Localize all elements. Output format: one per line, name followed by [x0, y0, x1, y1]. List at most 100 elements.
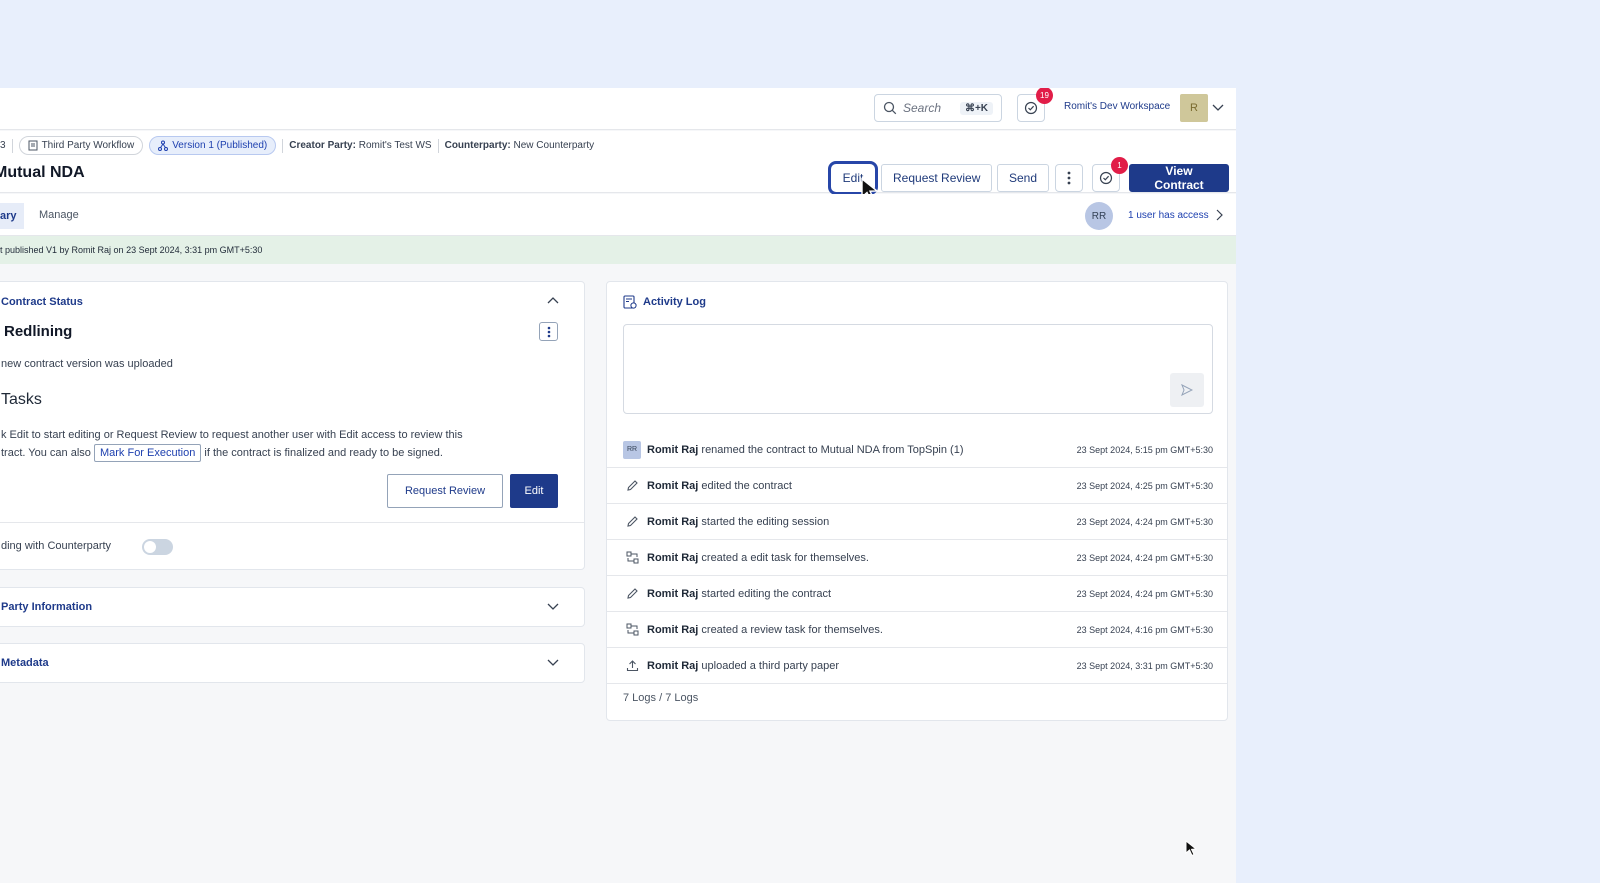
access-link[interactable]: 1 user has access	[1128, 209, 1223, 221]
log-row: RR Romit Raj renamed the contract to Mut…	[607, 432, 1227, 468]
workflow-label: Third Party Workflow	[41, 140, 135, 151]
divider	[0, 522, 584, 523]
send-comment-button[interactable]	[1170, 373, 1204, 407]
search-input[interactable]: Search ⌘+K	[874, 94, 1002, 122]
access-text: 1 user has access	[1128, 209, 1209, 221]
log-text: Romit Raj renamed the contract to Mutual…	[647, 443, 964, 456]
avatar[interactable]: R	[1180, 94, 1208, 122]
log-text: Romit Raj uploaded a third party paper	[647, 659, 840, 672]
status-value: Redlining	[4, 323, 73, 340]
log-count: 7 Logs / 7 Logs	[623, 692, 699, 704]
log-text: Romit Raj created a edit task for themse…	[647, 551, 869, 564]
chevron-down-icon[interactable]	[546, 601, 560, 613]
task-icon	[623, 549, 641, 567]
avatar: RR	[623, 440, 641, 459]
top-bar: Search ⌘+K 19 Romit's Dev Workspace R	[0, 88, 1236, 130]
log-row: Romit Raj created a review task for them…	[607, 612, 1227, 648]
more-options-button[interactable]	[1055, 164, 1083, 192]
send-button[interactable]: Send	[997, 164, 1050, 192]
divider	[11, 138, 13, 153]
contract-status-card: Contract Status Redlining new contract v…	[0, 281, 585, 570]
party-information-card[interactable]: Party Information	[0, 587, 585, 627]
search-shortcut: ⌘+K	[959, 101, 993, 115]
counterparty-toggle[interactable]	[142, 539, 173, 555]
tasks-description: k Edit to start editing or Request Revie…	[1, 426, 561, 462]
upload-icon	[623, 657, 641, 675]
search-icon	[883, 101, 897, 115]
log-row: Romit Raj started the editing session 23…	[607, 504, 1227, 540]
activity-log-header: Activity Log	[623, 295, 706, 309]
creator-label: Creator Party:	[289, 140, 356, 151]
tasks-text-line2a: tract. You can also	[1, 447, 91, 459]
log-time: 23 Sept 2024, 3:31 pm GMT+5:30	[1076, 660, 1213, 671]
chevron-down-icon[interactable]	[1211, 100, 1225, 114]
status-options-button[interactable]	[539, 322, 558, 341]
log-row: Romit Raj uploaded a third party paper 2…	[607, 648, 1227, 684]
app-window: Search ⌘+K 19 Romit's Dev Workspace R 3 …	[0, 88, 1236, 883]
document-icon	[28, 140, 38, 151]
contract-id: 3	[0, 140, 6, 151]
contract-tasks-button[interactable]: 1	[1092, 157, 1128, 192]
metadata-title: Metadata	[1, 657, 49, 669]
counterparty: Counterparty: New Counterparty	[445, 140, 595, 151]
send-icon	[1181, 384, 1193, 396]
version-label: Version 1 (Published)	[172, 140, 268, 151]
counterparty-toggle-label: ding with Counterparty	[1, 540, 112, 552]
status-banner: t published V1 by Romit Raj on 23 Sept 2…	[0, 236, 1236, 264]
version-chip[interactable]: Version 1 (Published)	[149, 136, 277, 155]
tab-manage[interactable]: Manage	[39, 209, 79, 221]
tasks-text-line1: k Edit to start editing or Request Revie…	[1, 429, 463, 441]
kebab-icon	[1067, 171, 1071, 185]
creator-party: Creator Party: Romit's Test WS	[289, 140, 431, 151]
counterparty-label: Counterparty:	[444, 140, 511, 151]
log-text: Romit Raj started the editing session	[647, 515, 830, 528]
creator-value: Romit's Test WS	[358, 140, 432, 151]
counterparty-value: New Counterparty	[513, 140, 595, 151]
tabs-bar: ary Manage RR 1 user has access	[0, 194, 1236, 236]
view-contract-button[interactable]: View Contract	[1129, 164, 1229, 192]
tasks-heading: Tasks	[1, 391, 42, 408]
edit-button[interactable]: Edit	[510, 474, 558, 508]
contract-meta: 3 Third Party Workflow Version 1 (Publis…	[0, 136, 594, 155]
activity-log-title: Activity Log	[643, 296, 706, 308]
log-time: 23 Sept 2024, 4:24 pm GMT+5:30	[1076, 516, 1213, 527]
contract-status-title: Contract Status	[1, 296, 83, 308]
log-time: 23 Sept 2024, 4:16 pm GMT+5:30	[1076, 624, 1213, 635]
request-review-button[interactable]: Request Review	[881, 164, 993, 192]
tasks-text-line2b: if the contract is finalized and ready t…	[204, 447, 443, 459]
pencil-icon	[623, 585, 641, 603]
task-icon	[623, 621, 641, 639]
pencil-icon	[623, 513, 641, 531]
workspace-name[interactable]: Romit's Dev Workspace	[1064, 101, 1170, 112]
search-placeholder: Search	[903, 101, 942, 115]
log-time: 23 Sept 2024, 4:25 pm GMT+5:30	[1076, 480, 1213, 491]
check-circle-icon	[1024, 101, 1038, 115]
metadata-card[interactable]: Metadata	[0, 643, 585, 683]
activity-log-card: Activity Log RR Romit Raj renamed the co…	[606, 281, 1228, 721]
status-description: new contract version was uploaded	[1, 358, 173, 370]
chevron-right-icon	[1216, 209, 1223, 221]
workflow-chip[interactable]: Third Party Workflow	[18, 136, 144, 155]
kebab-icon	[547, 326, 550, 337]
log-time: 23 Sept 2024, 4:24 pm GMT+5:30	[1076, 552, 1213, 563]
divider	[282, 138, 284, 153]
contract-header: 3 Third Party Workflow Version 1 (Publis…	[0, 131, 1236, 202]
notification-badge: 19	[1036, 88, 1053, 104]
notification-badge: 1	[1111, 157, 1128, 174]
page-title: Mutual NDA	[0, 164, 85, 181]
avatar: RR	[1085, 202, 1113, 230]
tab-summary[interactable]: ary	[0, 203, 24, 229]
request-review-button[interactable]: Request Review	[387, 474, 503, 508]
comment-input[interactable]	[623, 324, 1213, 414]
log-row: Romit Raj started editing the contract 2…	[607, 576, 1227, 612]
branch-icon	[158, 140, 169, 151]
log-text: Romit Raj started editing the contract	[647, 587, 832, 600]
chevron-up-icon[interactable]	[546, 294, 560, 306]
log-row: Romit Raj created a edit task for themse…	[607, 540, 1227, 576]
chevron-down-icon[interactable]	[546, 657, 560, 669]
log-time: 23 Sept 2024, 5:15 pm GMT+5:30	[1076, 444, 1213, 455]
divider	[437, 138, 439, 153]
tasks-button[interactable]: 19	[1017, 88, 1053, 122]
mark-for-execution-link[interactable]: Mark For Execution	[93, 444, 202, 462]
check-circle-icon	[1099, 171, 1113, 185]
